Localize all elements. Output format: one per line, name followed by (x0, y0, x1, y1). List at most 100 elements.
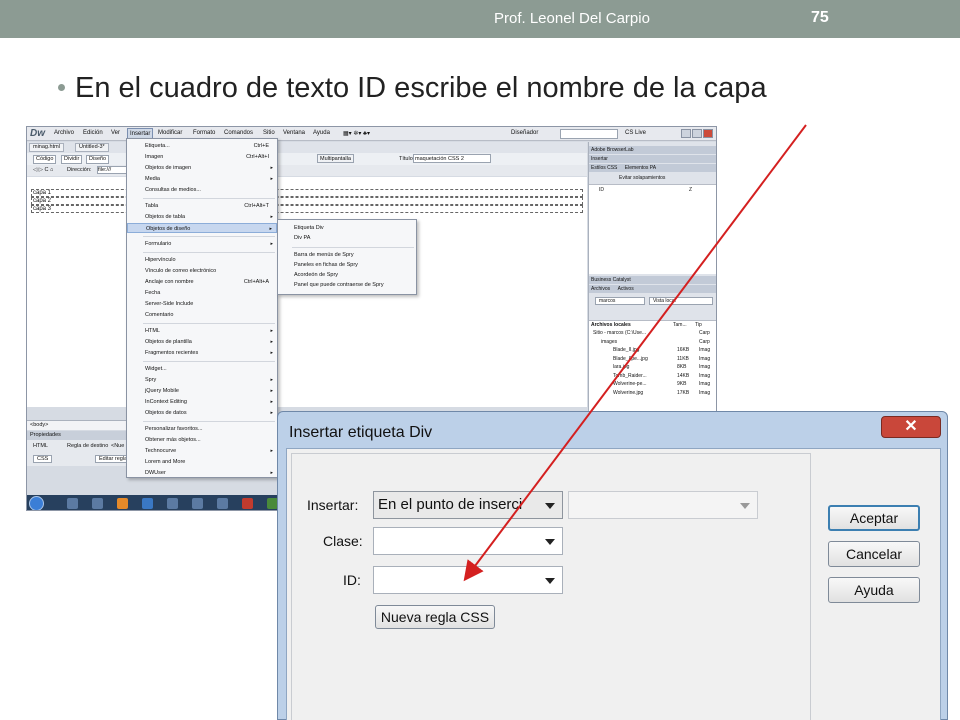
menu-item[interactable]: Technocurve ▸ (127, 446, 277, 456)
tab-untitled-3[interactable]: Untitled-3* (75, 143, 109, 152)
menu-item[interactable]: Lorem and More (127, 457, 277, 467)
new-css-rule-button[interactable]: Nueva regla CSS (375, 605, 495, 629)
menu-ayuda[interactable]: Ayuda (313, 130, 330, 136)
menu-ventana[interactable]: Ventana (283, 130, 305, 136)
browserlab-panel[interactable]: Adobe BrowserLab (589, 146, 716, 154)
menu-item-spry-menubar[interactable]: Barra de menús de Spry (278, 250, 416, 260)
tab-minag[interactable]: minag.html (29, 143, 64, 152)
ok-button[interactable]: Aceptar (828, 505, 920, 531)
menu-item[interactable]: Comentario (127, 310, 277, 320)
menu-item[interactable]: Objetos de datos ▸ (127, 408, 277, 418)
code-view-button[interactable]: Código (33, 155, 57, 164)
menu-item[interactable]: Fecha (127, 288, 277, 298)
menu-item-spry-accordion[interactable]: Acordeón de Spry (278, 270, 416, 280)
file-name[interactable]: Blade_IIpe...jpg (613, 356, 648, 362)
menu-item[interactable]: Objetos de imagen ▸ (127, 163, 277, 173)
body-tag[interactable]: <body> (30, 422, 48, 428)
insert-target-select[interactable] (568, 491, 758, 519)
layer-1[interactable]: capa 1 (33, 190, 51, 196)
menu-item[interactable]: InContext Editing ▸ (127, 397, 277, 407)
close-window-icon[interactable] (703, 129, 713, 138)
menu-formato[interactable]: Formato (193, 130, 215, 136)
menu-sitio[interactable]: Sitio (263, 130, 275, 136)
menu-comandos[interactable]: Comandos (224, 130, 253, 136)
menu-item[interactable]: Etiqueta... Ctrl+E (127, 141, 277, 151)
help-button[interactable]: Ayuda (828, 577, 920, 603)
file-name[interactable]: Wolverine-pe... (613, 381, 647, 387)
file-name[interactable]: Tomb_Raider... (613, 373, 647, 379)
taskbar-app-icon[interactable] (167, 498, 178, 509)
tab-ap-elements[interactable]: Elementos PA (625, 165, 656, 171)
menu-item[interactable]: Server-Side Include (127, 299, 277, 309)
menu-item-etiqueta-div[interactable]: Etiqueta Div (278, 223, 416, 233)
cancel-button[interactable]: Cancelar (828, 541, 920, 567)
file-name[interactable]: Sitio - marcos (C:\Use... (593, 330, 646, 336)
taskbar-app-icon[interactable] (242, 498, 253, 509)
taskbar-firefox-icon[interactable] (117, 498, 128, 509)
multiscreen-button[interactable]: Multipantalla (317, 154, 354, 163)
layer-3[interactable]: capa 3 (33, 206, 51, 212)
menu-item[interactable]: Widget... (127, 364, 277, 374)
site-view-select[interactable]: Vista local (649, 297, 713, 305)
menu-item[interactable]: Consultas de medios... (127, 185, 277, 195)
menu-modificar[interactable]: Modificar (158, 130, 182, 136)
taskbar-app-icon[interactable] (217, 498, 228, 509)
menu-item[interactable]: Objetos de plantilla ▸ (127, 337, 277, 347)
file-name[interactable]: lara.jpg (613, 364, 629, 370)
file-name[interactable]: Wolverine.jpg (613, 390, 643, 396)
html-prop-button[interactable]: HTML (33, 443, 48, 449)
class-select[interactable] (373, 527, 563, 555)
nav-icons[interactable]: ◁ ▷ C ⌂ (33, 167, 53, 173)
design-view-button[interactable]: Diseño (86, 155, 110, 164)
menu-item[interactable]: Vínculo de correo electrónico (127, 266, 277, 276)
menu-item[interactable]: jQuery Mobile ▸ (127, 386, 277, 396)
menu-item[interactable]: Personalizar favoritos... (127, 424, 277, 434)
menu-item[interactable]: Imagen Ctrl+Alt+I (127, 152, 277, 162)
menu-item[interactable]: HTML ▸ (127, 326, 277, 336)
business-catalyst-panel[interactable]: Business Catalyst (589, 276, 716, 284)
menu-item-spry-tabbed[interactable]: Paneles en fichas de Spry (278, 260, 416, 270)
site-select[interactable]: marcos (595, 297, 645, 305)
address-input[interactable]: file:/// (97, 166, 127, 174)
insert-panel[interactable]: Insertar (589, 155, 716, 163)
close-icon[interactable]: ✕ (881, 416, 941, 438)
menu-edicion[interactable]: Edición (83, 130, 103, 136)
menu-item[interactable]: Obtener más objetos... (127, 435, 277, 445)
search-input[interactable] (560, 129, 618, 139)
taskbar-ie-icon[interactable] (142, 498, 153, 509)
menu-item[interactable]: DWUser ▸ (127, 468, 277, 478)
css-prop-button[interactable]: CSS (33, 455, 53, 463)
menu-ver[interactable]: Ver (111, 130, 120, 136)
menu-item[interactable]: Objetos de diseño ▸ (127, 223, 277, 233)
menu-item[interactable]: Objetos de tabla ▸ (127, 212, 277, 222)
cs-live-button[interactable]: CS Live (625, 130, 646, 136)
menu-item-spry-collapsible[interactable]: Panel que puede contraerse de Spry (278, 280, 416, 290)
minimize-icon[interactable] (681, 129, 691, 138)
file-name[interactable]: Blade_II.jpg (613, 347, 639, 353)
title-input[interactable]: maquetación CSS 2 (413, 154, 491, 163)
menu-archivo[interactable]: Archivo (54, 130, 74, 136)
menu-item-div-pa[interactable]: Div PA (278, 233, 416, 243)
id-input[interactable] (373, 566, 563, 594)
taskbar-app-icon[interactable] (92, 498, 103, 509)
start-button-icon[interactable] (29, 496, 44, 510)
menu-item[interactable]: Hipervínculo (127, 255, 277, 265)
menu-item[interactable]: Tabla Ctrl+Alt+T (127, 201, 277, 211)
target-rule-select[interactable]: <Nue (111, 443, 124, 449)
menu-item[interactable]: Fragmentos recientes ▸ (127, 348, 277, 358)
taskbar-app-icon[interactable] (67, 498, 78, 509)
file-name[interactable]: images (601, 339, 617, 345)
taskbar-app-icon[interactable] (192, 498, 203, 509)
insert-position-select[interactable]: En el punto de inserci (373, 491, 563, 519)
prevent-overlaps-checkbox[interactable]: Evitar solapamientos (619, 175, 665, 181)
layout-icon[interactable]: ▦▾ ✲▾ ♣▾ (343, 130, 370, 137)
tab-assets[interactable]: Activos (618, 286, 634, 292)
menu-item[interactable]: Spry ▸ (127, 375, 277, 385)
menu-item[interactable]: Media ▸ (127, 174, 277, 184)
tab-files[interactable]: Archivos (591, 286, 610, 292)
tab-css-styles[interactable]: Estilos CSS (591, 165, 617, 171)
menu-item[interactable]: Anclaje con nombre Ctrl+Alt+A (127, 277, 277, 287)
split-view-button[interactable]: Dividir (61, 155, 83, 164)
workspace-switcher[interactable]: Diseñador (511, 130, 538, 136)
maximize-icon[interactable] (692, 129, 702, 138)
